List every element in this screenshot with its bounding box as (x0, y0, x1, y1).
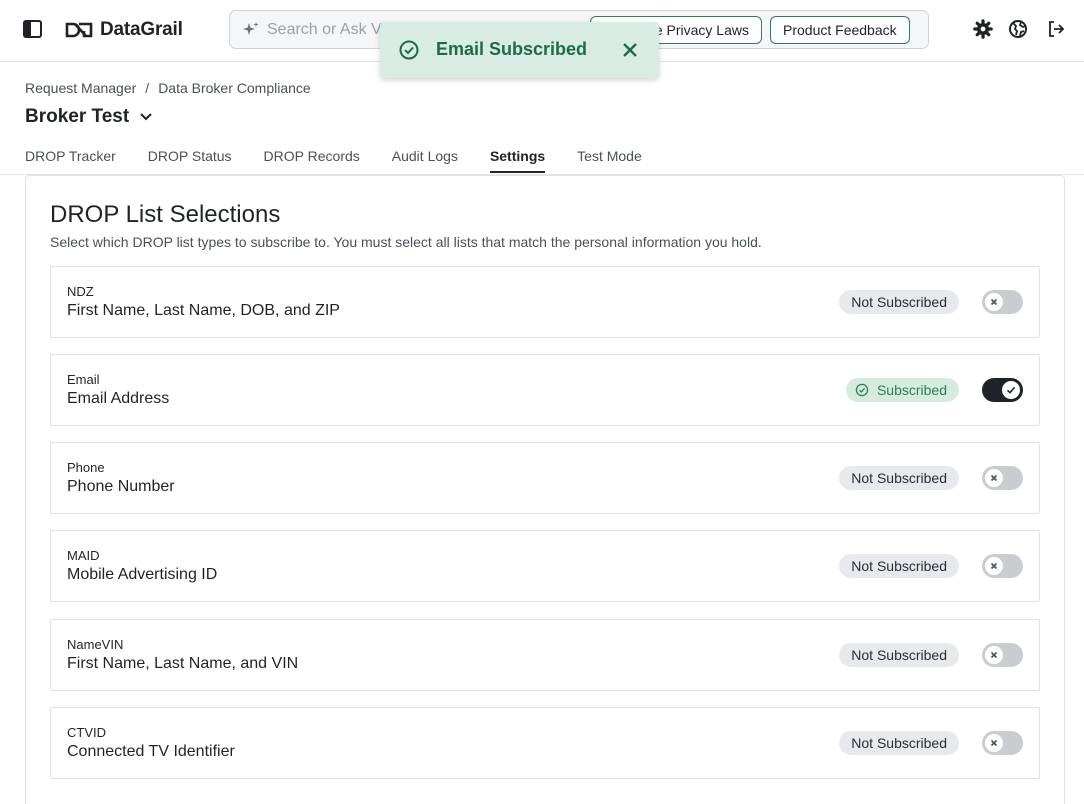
subscribe-toggle[interactable] (982, 466, 1023, 490)
success-toast: Email Subscribed (380, 22, 659, 78)
toast-message: Email Subscribed (436, 39, 588, 59)
close-icon[interactable] (620, 40, 640, 60)
list-code: NDZ (67, 284, 94, 299)
tab-drop-status[interactable]: DROP Status (148, 148, 232, 172)
list-description: Mobile Advertising ID (67, 566, 218, 583)
gear-icon[interactable] (973, 19, 993, 39)
check-circle-icon (399, 40, 419, 60)
subscribe-toggle[interactable] (982, 290, 1023, 314)
x-icon (990, 651, 998, 659)
breadcrumb-request-manager[interactable]: Request Manager (25, 80, 136, 96)
status-badge-label: Subscribed (876, 382, 947, 398)
chevron-down-icon (140, 113, 152, 121)
subscribe-toggle[interactable] (982, 378, 1023, 402)
list-code: MAID (67, 548, 100, 563)
subscribe-toggle[interactable] (982, 643, 1023, 667)
sparkle-icon (243, 22, 259, 35)
check-circle-icon (855, 383, 869, 397)
check-icon (1006, 386, 1016, 394)
list-description: First Name, Last Name, DOB, and ZIP (67, 302, 340, 319)
toggle-knob (985, 469, 1003, 487)
page-title-dropdown[interactable]: Broker Test (25, 106, 153, 128)
list-description: Phone Number (67, 478, 175, 495)
tab-drop-records[interactable]: DROP Records (264, 148, 360, 172)
product-feedback-button[interactable]: Product Feedback (770, 16, 910, 44)
globe-icon[interactable] (1008, 19, 1028, 39)
x-icon (990, 562, 998, 570)
tab-audit-logs[interactable]: Audit Logs (392, 148, 458, 172)
datagrail-logo-icon (65, 22, 93, 38)
list-item: NameVIN First Name, Last Name, and VIN N… (50, 619, 1040, 691)
panel-title: DROP List Selections (50, 201, 281, 228)
status-badge: Not Subscribed (839, 731, 959, 755)
breadcrumb: Request Manager / Data Broker Compliance (25, 80, 311, 96)
logo[interactable]: DataGrail (64, 18, 183, 42)
toggle-knob (985, 557, 1003, 575)
status-badge: Not Subscribed (839, 290, 959, 314)
panel-subtitle: Select which DROP list types to subscrib… (50, 234, 762, 250)
status-badge: Subscribed (845, 378, 959, 402)
x-icon (990, 739, 998, 747)
list-item: CTVID Connected TV Identifier Not Subscr… (50, 707, 1040, 779)
sidebar-toggle-icon[interactable] (22, 19, 44, 39)
drop-list-panel: DROP List Selections Select which DROP l… (25, 175, 1065, 804)
toggle-knob (985, 646, 1003, 664)
brand-name: DataGrail (100, 19, 183, 40)
status-badge: Not Subscribed (839, 466, 959, 490)
x-icon (990, 298, 998, 306)
toggle-knob (1002, 381, 1020, 399)
breadcrumb-data-broker-compliance[interactable]: Data Broker Compliance (158, 80, 311, 96)
subscribe-toggle[interactable] (982, 731, 1023, 755)
subscribe-toggle[interactable] (982, 554, 1023, 578)
page-title: Broker Test (25, 106, 130, 127)
breadcrumb-separator: / (145, 80, 150, 96)
list-code: Phone (67, 460, 105, 475)
list-description: Connected TV Identifier (67, 743, 235, 760)
toggle-knob (985, 293, 1003, 311)
list-item: MAID Mobile Advertising ID Not Subscribe… (50, 530, 1040, 602)
toggle-knob (985, 734, 1003, 752)
list-code: CTVID (67, 725, 106, 740)
list-item: Email Email Address Subscribed (50, 354, 1040, 426)
logout-icon[interactable] (1046, 19, 1066, 39)
tab-settings[interactable]: Settings (489, 148, 546, 173)
x-icon (990, 474, 998, 482)
list-description: Email Address (67, 390, 170, 407)
tab-drop-tracker[interactable]: DROP Tracker (25, 148, 116, 172)
list-item: Phone Phone Number Not Subscribed (50, 442, 1040, 514)
list-code: NameVIN (67, 637, 124, 652)
list-code: Email (67, 372, 100, 387)
list-item: NDZ First Name, Last Name, DOB, and ZIP … (50, 266, 1040, 338)
status-badge: Not Subscribed (839, 554, 959, 578)
status-badge: Not Subscribed (839, 643, 959, 667)
tab-bar: DROP Tracker DROP Status DROP Records Au… (25, 148, 642, 173)
tab-test-mode[interactable]: Test Mode (577, 148, 642, 172)
list-description: First Name, Last Name, and VIN (67, 655, 299, 672)
